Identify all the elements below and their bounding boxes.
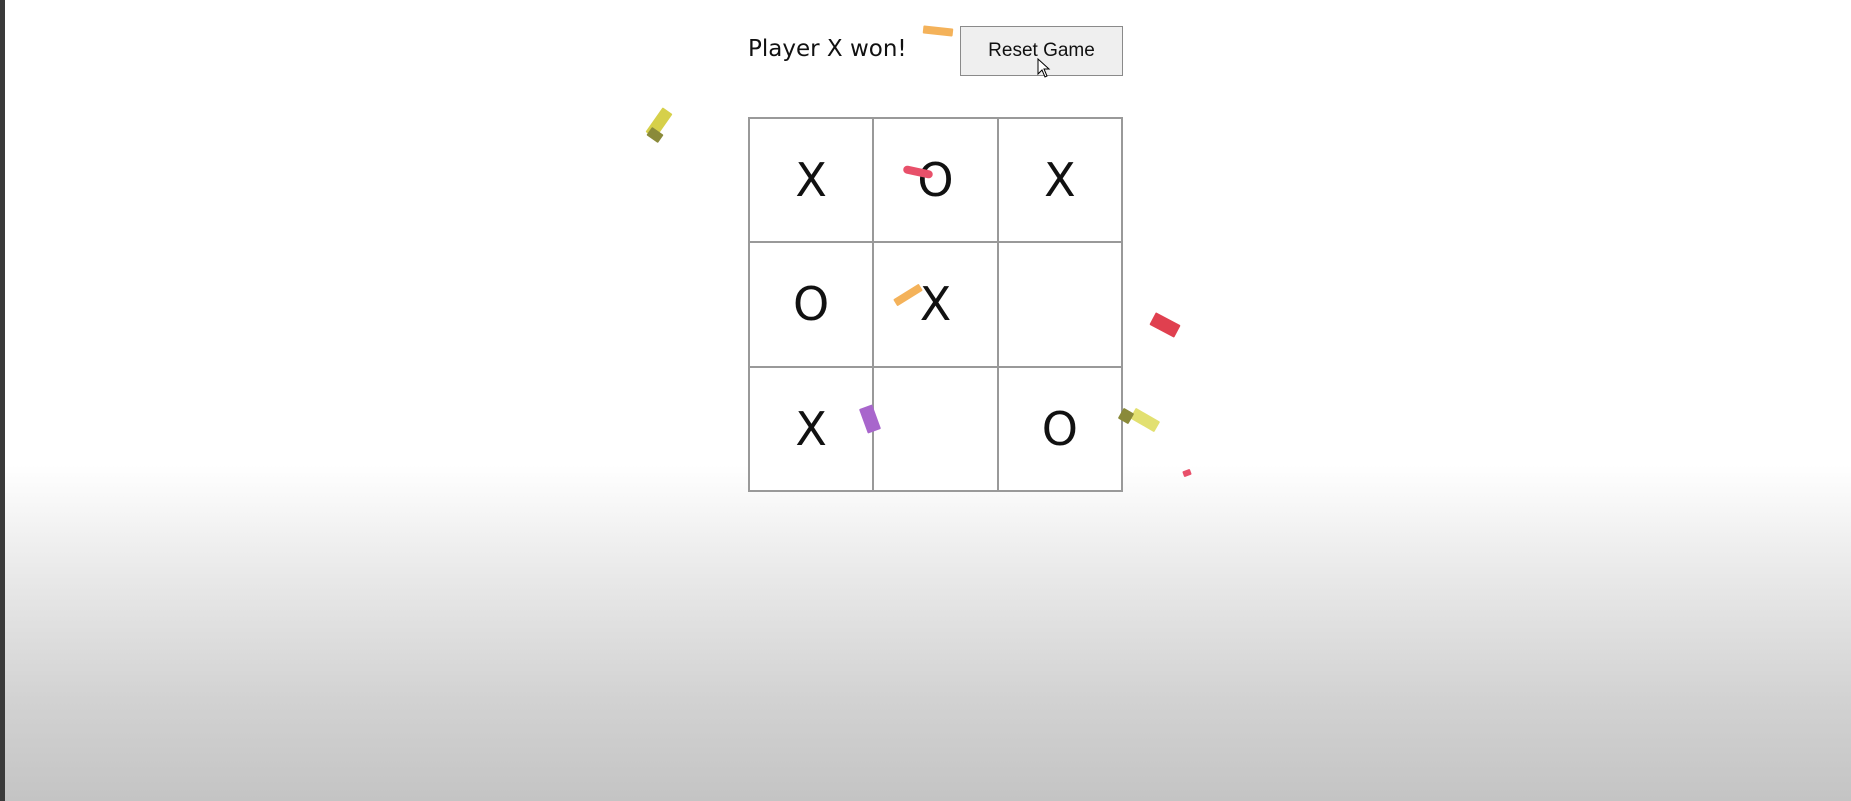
- board-cell-7[interactable]: X: [749, 366, 874, 491]
- board-cell-1[interactable]: X: [749, 118, 874, 243]
- confetti-piece: [1182, 468, 1192, 478]
- confetti-piece: [1149, 312, 1181, 338]
- confetti-piece: [1129, 407, 1161, 433]
- confetti-piece: [922, 25, 954, 37]
- board-cell-5[interactable]: X: [873, 242, 998, 367]
- board-cell-3[interactable]: X: [997, 118, 1122, 243]
- mouse-cursor-icon: [1037, 58, 1051, 78]
- window-edge: [0, 0, 5, 801]
- board-cell-6[interactable]: [997, 242, 1122, 367]
- board-cell-2[interactable]: O: [873, 118, 998, 243]
- game-status: Player X won!: [748, 36, 907, 62]
- board-cell-9[interactable]: O: [997, 366, 1122, 491]
- board-cell-8[interactable]: [873, 366, 998, 491]
- game-board: X O X O X X O: [748, 117, 1123, 492]
- board-cell-4[interactable]: O: [749, 242, 874, 367]
